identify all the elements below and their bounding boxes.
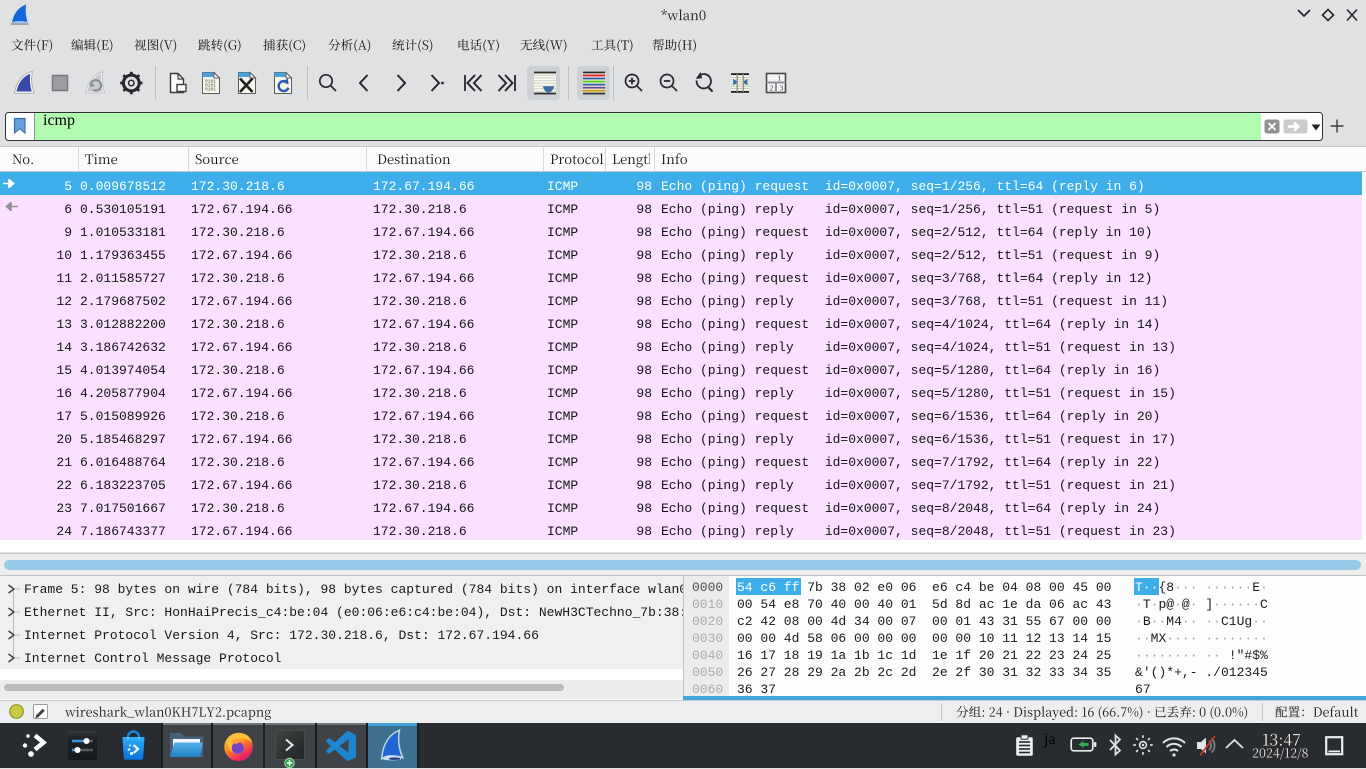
svg-text:1: 1 [777, 74, 781, 83]
svg-text:0101: 0101 [205, 87, 216, 93]
svg-text:3: 3 [779, 84, 783, 93]
svg-text:2: 2 [769, 84, 773, 93]
